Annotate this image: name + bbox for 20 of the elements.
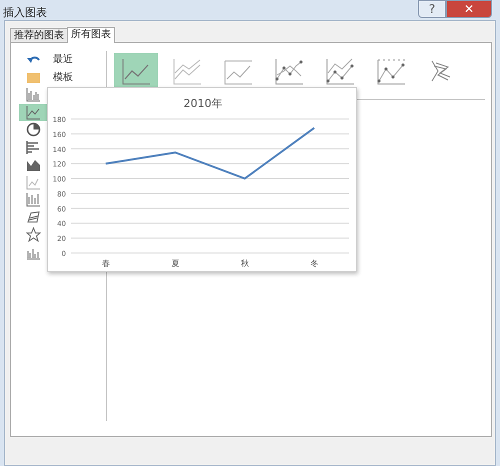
close-button[interactable]: ✕ bbox=[446, 0, 492, 18]
x-tick-label: 冬 bbox=[310, 259, 318, 268]
area-chart-icon[interactable] bbox=[26, 157, 40, 172]
x-tick-label: 秋 bbox=[240, 259, 249, 268]
tab[interactable]: 所有图表 bbox=[67, 27, 115, 43]
sidebar-item[interactable]: 模板 bbox=[53, 70, 73, 85]
x-tick-label: 春 bbox=[102, 259, 110, 268]
help-button[interactable]: ? bbox=[418, 0, 446, 18]
pie-chart-icon[interactable] bbox=[26, 122, 40, 138]
surface-chart-icon[interactable] bbox=[26, 210, 40, 225]
bar-chart-icon[interactable] bbox=[26, 140, 40, 155]
star-icon[interactable] bbox=[26, 227, 40, 242]
tab[interactable]: 推荐的图表 bbox=[10, 28, 68, 43]
chart-title: 2010年 bbox=[184, 97, 222, 110]
column-chart-icon[interactable] bbox=[26, 87, 40, 102]
stock-chart-icon[interactable] bbox=[26, 192, 40, 208]
window-title: 插入图表 bbox=[2, 5, 47, 21]
sidebar-item[interactable]: 最近 bbox=[53, 52, 73, 68]
chart-type-option[interactable] bbox=[114, 53, 158, 89]
x-tick-label: 夏 bbox=[171, 259, 180, 268]
